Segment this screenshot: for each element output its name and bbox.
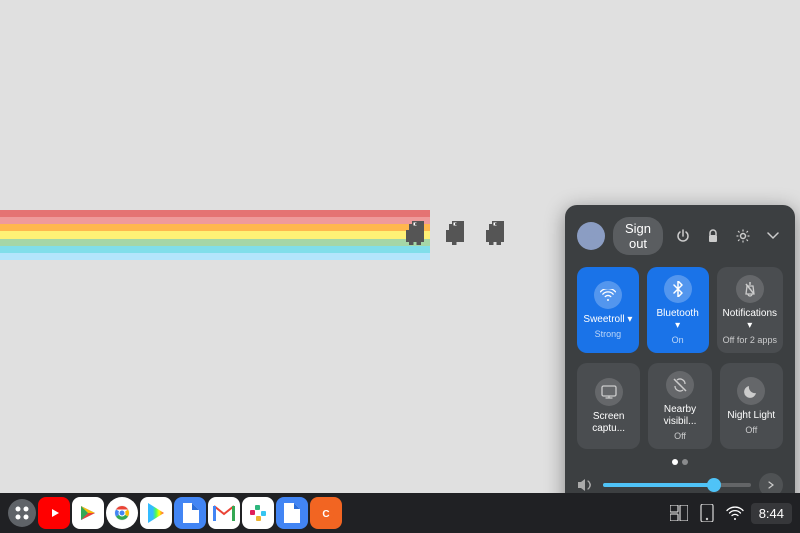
wifi-label: Sweetroll ▾ [583,314,632,326]
night-light-status: Off [745,425,757,435]
screen-capture-icon [595,378,623,406]
night-light-toggle[interactable]: Night Light Off [720,363,783,449]
volume-icon [577,478,595,492]
taskbar-chrome[interactable] [106,497,138,529]
bluetooth-status: On [672,335,684,345]
taskbar-window-manager[interactable] [667,501,691,525]
notifications-icon [736,275,764,303]
notifications-status: Off for 2 apps [723,335,777,345]
taskbar-youtube[interactable] [38,497,70,529]
taskbar-phone[interactable] [695,501,719,525]
settings-button[interactable] [731,224,755,248]
volume-fill [603,483,714,487]
taskbar-gmail[interactable] [208,497,240,529]
svg-text:C: C [322,509,329,520]
notifications-label: Notifications ▾ [723,308,777,332]
wifi-status: Strong [595,329,622,339]
power-button[interactable] [671,224,695,248]
dino-3 [480,218,510,248]
clock-time: 8:44 [759,506,784,521]
nearby-share-icon [666,371,694,399]
bluetooth-toggle[interactable]: Bluetooth ▾ On [647,267,709,353]
taskbar-time[interactable]: 8:44 [751,503,792,524]
taskbar-play-store[interactable] [140,497,172,529]
taskbar-launcher[interactable] [8,499,36,527]
night-light-icon [737,377,765,405]
qs-pagination-dots [577,459,783,465]
taskbar-slack[interactable] [242,497,274,529]
nearby-share-toggle[interactable]: Nearby visibil... Off [648,363,711,449]
volume-track[interactable] [603,483,751,487]
taskbar-wifi[interactable] [723,501,747,525]
collapse-button[interactable] [761,224,785,248]
taskbar-citrix[interactable]: C [310,497,342,529]
qs-header: Sign out [577,217,783,255]
user-avatar[interactable] [577,222,605,250]
lock-button[interactable] [701,224,725,248]
screen-capture-toggle[interactable]: Screen captu... [577,363,640,449]
taskbar-right: 8:44 [667,501,792,525]
volume-expand-button[interactable] [759,473,783,493]
sign-out-button[interactable]: Sign out [613,217,663,255]
dino-1 [400,218,430,248]
taskbar-play-games[interactable] [72,497,104,529]
wifi-icon [594,281,622,309]
bluetooth-label: Bluetooth ▾ [653,308,703,332]
qs-header-icons [671,224,785,248]
quick-settings-panel: Sign out [565,205,795,493]
volume-thumb[interactable] [707,478,721,492]
taskbar-docs[interactable] [276,497,308,529]
dot-1[interactable] [672,459,678,465]
dot-2[interactable] [682,459,688,465]
taskbar: C [0,493,800,533]
dino-characters [400,218,510,248]
rainbow-stripe [0,210,430,260]
desktop: Sign out [0,0,800,493]
wifi-toggle[interactable]: Sweetroll ▾ Strong [577,267,639,353]
qs-toggles-row1: Sweetroll ▾ Strong Bluetooth ▾ On [577,267,783,353]
nearby-share-status: Off [674,431,686,441]
dino-2 [440,218,470,248]
screen-capture-label: Screen captu... [583,411,634,435]
bluetooth-icon [664,275,692,303]
notifications-toggle[interactable]: Notifications ▾ Off for 2 apps [717,267,783,353]
nearby-share-label: Nearby visibil... [654,404,705,428]
taskbar-files[interactable] [174,497,206,529]
volume-slider-row [577,473,783,493]
night-light-label: Night Light [727,410,775,422]
qs-toggles-row2: Screen captu... Nearby visibil... Off [577,363,783,449]
